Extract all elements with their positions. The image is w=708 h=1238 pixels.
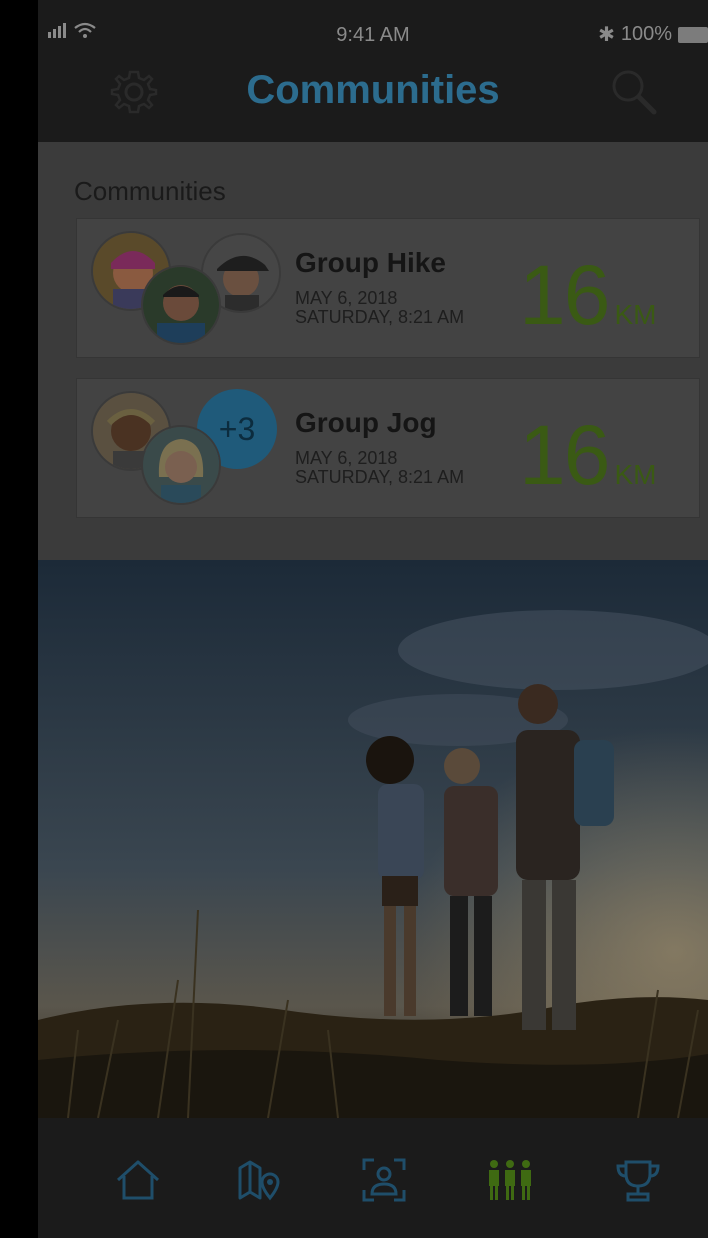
time-text: SATURDAY, 8:21 AM (295, 307, 465, 327)
home-icon[interactable] (112, 1154, 164, 1206)
distance: 16 KM (519, 407, 656, 504)
hero-photo (38, 560, 708, 1118)
person-scan-icon[interactable] (358, 1154, 410, 1206)
status-bar: 9:41 AM ✱ 100% (38, 14, 708, 54)
battery-percent: 100% (620, 23, 672, 45)
distance-value: 16 (519, 248, 610, 342)
communities-list: Communities Group Hike MAY 6, 2018 SATUR… (38, 142, 708, 560)
bluetooth-icon: ✱ (598, 24, 615, 46)
search-icon[interactable] (608, 66, 660, 118)
distance-value: 16 (519, 408, 610, 502)
date-text: MAY 6, 2018 (295, 448, 398, 468)
community-name: Group Jog (295, 407, 437, 438)
community-date: MAY 6, 2018 SATURDAY, 8:21 AM (295, 289, 464, 327)
avatar (141, 265, 221, 345)
community-date: MAY 6, 2018 SATURDAY, 8:21 AM (295, 449, 464, 487)
battery-area: ✱ 100% (598, 22, 708, 47)
distance-unit: KM (614, 299, 657, 330)
distance-unit: KM (614, 459, 657, 490)
date-text: MAY 6, 2018 (295, 288, 398, 308)
tab-bar (38, 1118, 708, 1238)
battery-icon (678, 26, 708, 43)
group-icon[interactable] (484, 1154, 536, 1206)
avatar (141, 425, 221, 505)
map-icon[interactable] (232, 1154, 284, 1206)
nav-header: Communities (38, 54, 708, 142)
community-card-group-hike[interactable]: Group Hike MAY 6, 2018 SATURDAY, 8:21 AM… (76, 218, 700, 358)
section-title: Communities (74, 176, 226, 206)
trophy-icon[interactable] (612, 1154, 664, 1206)
distance: 16 KM (519, 247, 656, 344)
community-card-group-jog[interactable]: +3 Group Jog MAY 6, 2018 SATURDAY, 8:21 … (76, 378, 700, 518)
community-name: Group Hike (295, 247, 446, 278)
time-text: SATURDAY, 8:21 AM (295, 467, 465, 487)
phone-screen: 9:41 AM ✱ 100% Communities Communities G… (38, 0, 708, 1238)
